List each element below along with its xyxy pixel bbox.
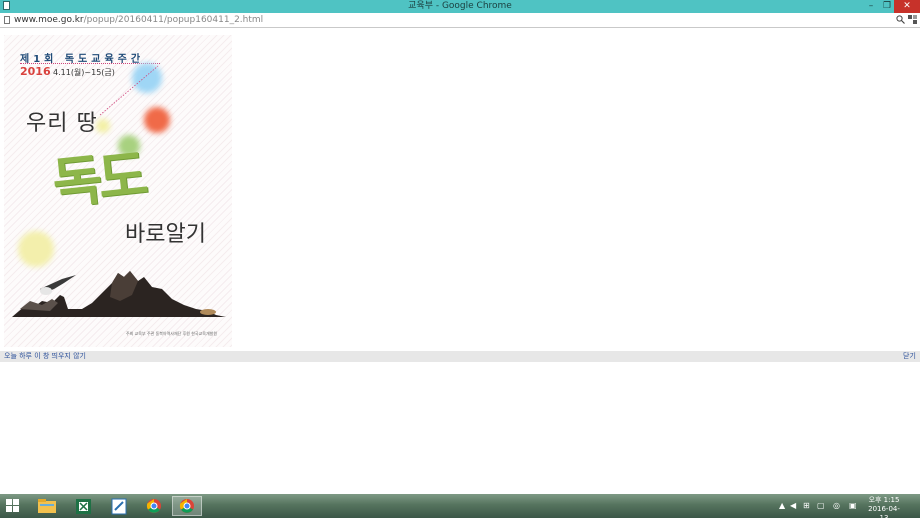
windows-taskbar: ▲ ◀ ⊞ ▢ ◎ ▣ 오후 1:15 2016-04-13: [0, 494, 920, 522]
taskbar-chrome[interactable]: [139, 496, 169, 516]
security-icon[interactable]: ▣: [849, 494, 857, 518]
chrome-icon: [146, 499, 161, 513]
close-button[interactable]: ✕: [894, 0, 920, 13]
url-path: /popup/20160411/popup160411_2.html: [83, 15, 264, 25]
taskbar-clock[interactable]: 오후 1:15 2016-04-13: [866, 496, 902, 523]
chrome-icon: [179, 499, 194, 513]
popup-close-link[interactable]: 닫기: [903, 351, 916, 362]
show-hidden-icons-icon[interactable]: ▲: [779, 494, 785, 518]
clock-date: 2016-04-13: [868, 505, 900, 522]
taskbar-chrome-active[interactable]: [172, 496, 202, 516]
extension-icon[interactable]: [908, 15, 917, 24]
dokdo-island-illustration: [12, 271, 226, 317]
notepad-icon: [111, 498, 127, 515]
network-icon[interactable]: ◎: [833, 494, 840, 518]
taskbar-file-explorer[interactable]: [32, 496, 62, 516]
url-host: www.moe.go.kr: [14, 15, 84, 25]
start-button-icon[interactable]: [6, 499, 20, 513]
address-bar[interactable]: www.moe.go.kr/popup/20160411/popup160411…: [0, 13, 920, 28]
zoom-icon[interactable]: [896, 15, 905, 27]
clock-time: 오후 1:15: [868, 496, 900, 504]
poster-headline: 독도: [49, 143, 147, 216]
poster-sponsor-logos: 주최 교육부 주관 동북아역사재단 후원 한국교육개발원: [126, 331, 217, 336]
excel-icon: [76, 499, 91, 514]
window-title: 교육부 - Google Chrome: [408, 1, 512, 11]
document-icon: [4, 16, 10, 24]
taskbar-notepad-app[interactable]: [104, 496, 134, 516]
popup-footer-bar: 오늘 하루 이 창 띄우지 않기 닫기: [0, 351, 920, 362]
dokdo-poster: 제1회 독도교육주간 2016 4.11(월)~15(금) 우리 땅 독도 바로…: [4, 35, 232, 347]
dismiss-today-link[interactable]: 오늘 하루 이 창 띄우지 않기: [4, 351, 86, 362]
windows-flag-icon[interactable]: ⊞: [803, 494, 810, 518]
folder-icon: [38, 499, 56, 513]
taskbar-excel[interactable]: [68, 496, 98, 516]
window-titlebar: 교육부 - Google Chrome – ❐ ✕: [0, 0, 920, 13]
poster-line1: 우리 땅: [26, 111, 98, 136]
speaker-icon[interactable]: ◀: [790, 494, 796, 518]
url-text[interactable]: www.moe.go.kr/popup/20160411/popup160411…: [14, 13, 263, 28]
action-center-icon[interactable]: ▢: [817, 494, 825, 518]
poster-line3: 바로알기: [125, 222, 206, 247]
